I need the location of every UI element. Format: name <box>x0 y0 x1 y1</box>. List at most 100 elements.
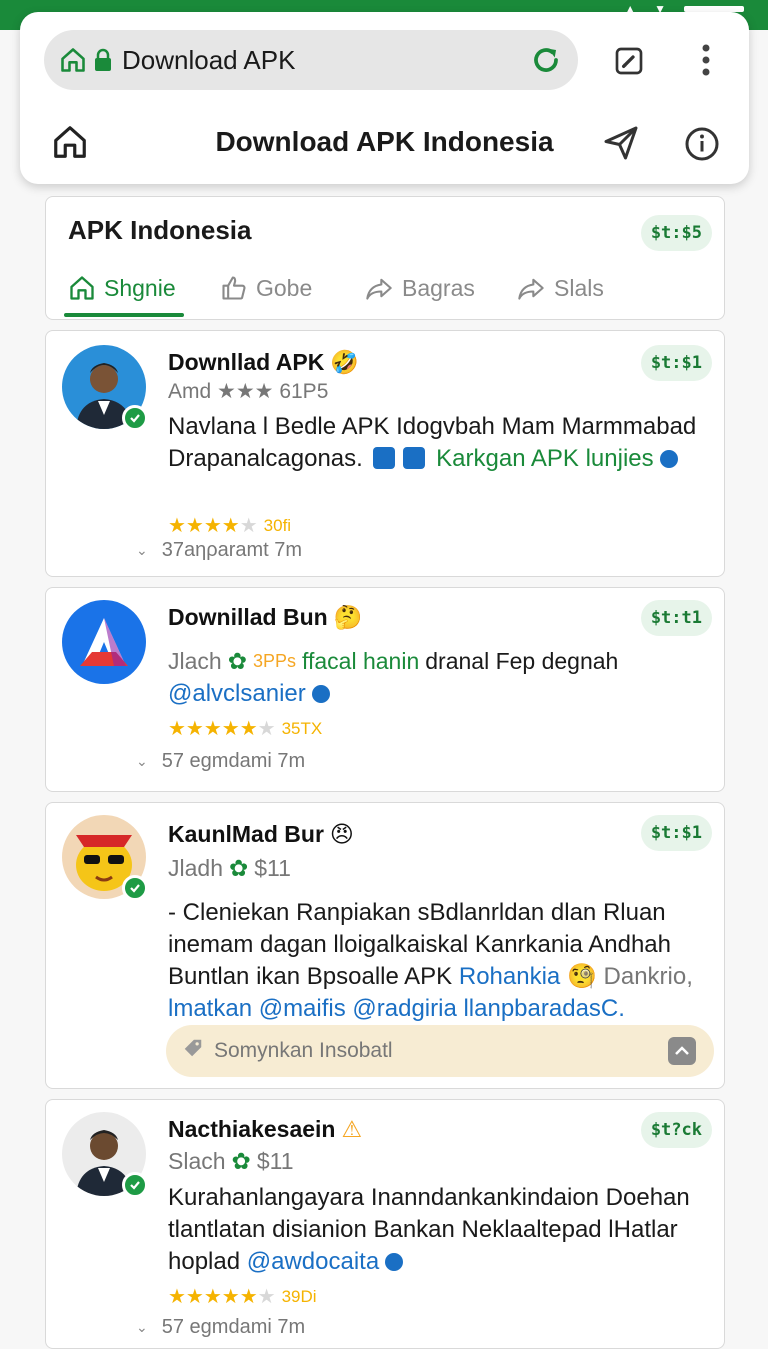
comment-placeholder: Somynkan Insobatl <box>214 1039 393 1062</box>
thumbs-up-icon <box>222 276 246 300</box>
post-time: ⌄ 57 egmdami 7m <box>136 1316 305 1339</box>
meta-text: dranal Fep degnah <box>425 648 619 674</box>
rating-count: 35TX <box>281 718 323 738</box>
meta-prefix: Jlach <box>168 648 222 674</box>
edit-icon[interactable] <box>610 42 648 80</box>
chevron-down-icon[interactable]: ⌄ <box>136 1319 148 1336</box>
meta-prefix: Slach <box>168 1148 226 1174</box>
post-text-muted: Dankrio, <box>603 963 693 990</box>
rating: ★★★★★★ 35TX <box>168 716 322 741</box>
post-body: - Cleniekan Ranpiakan sBdlanrldan dlan R… <box>168 897 694 1025</box>
active-tab-indicator <box>64 313 184 317</box>
meta-prefix: Jladh <box>168 855 223 881</box>
post-meta: Jlach ✿ 3PPs ffacal hanin dranal Fep deg… <box>168 648 618 675</box>
verified-icon <box>385 1253 404 1271</box>
verified-icon <box>122 405 148 431</box>
status-badge: $t:$1 <box>640 345 712 381</box>
verified-icon <box>659 450 678 468</box>
post-card: Nacthiakesaein ⚠ $t?ck Slach ✿ $11 Kurah… <box>45 1099 725 1349</box>
section-title: APK Indonesia <box>68 215 252 245</box>
post-author: Downillad Bun 🤔 <box>168 604 362 631</box>
post-link[interactable]: Rohankia <box>459 963 560 990</box>
author-name: Nacthiakesaein <box>168 1116 336 1142</box>
tab-label: Slals <box>554 274 604 301</box>
post-meta: Amd ★★★ 61P5 <box>168 380 329 403</box>
author-name: Downllad APK <box>168 349 325 375</box>
info-icon[interactable] <box>682 124 722 164</box>
star-rating-icon: ★★★★★ <box>168 515 258 537</box>
tab-gobe[interactable]: Gobe <box>220 257 312 319</box>
user-handle[interactable]: @alvclsanier <box>168 680 306 707</box>
status-badge: $t:$5 <box>640 215 712 251</box>
user-handle[interactable]: @awdocaita <box>247 1248 379 1275</box>
avatar[interactable] <box>62 600 146 684</box>
post-author: Nacthiakesaein ⚠ <box>168 1116 362 1143</box>
share-arrow-icon <box>518 278 544 300</box>
status-badge: $t:t1 <box>640 600 712 636</box>
chevron-down-icon[interactable]: ⌄ <box>136 542 148 559</box>
emoji: 🧐 <box>566 963 597 990</box>
post-card: Downillad Bun 🤔 $t:t1 Jlach ✿ 3PPs ffaca… <box>45 587 725 792</box>
home-icon[interactable] <box>56 43 90 77</box>
leaf-icon: ✿ <box>227 648 247 674</box>
square-icon <box>403 447 426 469</box>
share-icon[interactable] <box>600 122 642 164</box>
emoji: 😠 <box>329 821 354 847</box>
timestamp: 37aηρaramt 7m <box>161 539 303 561</box>
tag-icon <box>182 1037 204 1065</box>
tab-label: Gobe <box>256 274 313 301</box>
lock-icon <box>90 43 116 77</box>
author-name: KaunlMad Bur <box>168 821 324 847</box>
post-body: Navlana l Bedle APK Idogvbah Mam Marmmab… <box>168 411 704 475</box>
tab-label: Shgnie <box>104 274 176 301</box>
emoji: 🤔 <box>333 604 363 630</box>
verified-icon <box>311 685 330 703</box>
post-time: ⌄ 37aηρaramt 7m <box>136 539 302 562</box>
chevron-down-icon[interactable]: ⌄ <box>136 753 148 770</box>
emoji: ⚠ <box>341 1116 363 1142</box>
rating-count: 39Di <box>281 1286 317 1306</box>
square-icon <box>373 447 396 469</box>
leaf-icon: ✿ <box>228 855 249 881</box>
status-badge: $t?ck <box>640 1112 712 1148</box>
post-card: Downllad APK 🤣 $t:$1 Amd ★★★ 61P5 Navlan… <box>45 330 725 577</box>
timestamp: 57 egmdami 7m <box>161 750 306 772</box>
meta-highlight: ffacal hanin <box>302 648 420 674</box>
status-badge: $t:$1 <box>640 815 712 851</box>
tab-label: Bagras <box>402 274 475 301</box>
post-time: ⌄ 57 egmdami 7m <box>136 750 305 773</box>
more-options-icon[interactable] <box>692 40 720 80</box>
tab-slals[interactable]: Slals <box>516 257 604 319</box>
post-meta: Slach ✿ $11 <box>168 1148 294 1175</box>
home-icon <box>70 276 94 300</box>
post-body: Kurahanlangayara Inanndankankindaion Doe… <box>168 1182 704 1278</box>
star-rating-icon: ★★★★★★ <box>168 718 276 740</box>
tab-shgnie[interactable]: Shgnie <box>68 257 176 319</box>
meta-tag: 3PPs <box>252 651 297 671</box>
verified-icon <box>122 1172 148 1198</box>
meta-tag: $11 <box>254 855 291 881</box>
address-bar[interactable]: Download APK <box>44 30 578 90</box>
post-author: Downllad APK 🤣 <box>168 349 359 376</box>
post-link[interactable]: Karkgan APK lunjies <box>436 445 653 472</box>
reload-icon[interactable] <box>528 42 564 78</box>
tab-bagras[interactable]: Bagras <box>364 257 475 319</box>
share-arrow-icon <box>366 278 392 300</box>
browser-header: Download APK Download APK Indonesia <box>20 12 749 184</box>
post-meta: Jladh ✿ $11 <box>168 855 291 882</box>
star-rating-icon: ★★★★★★ <box>168 1286 276 1308</box>
avatar[interactable] <box>62 345 148 431</box>
rating-count: 30fi <box>263 515 292 535</box>
author-name: Downillad Bun <box>168 604 328 630</box>
timestamp: 57 egmdami 7m <box>161 1316 306 1338</box>
avatar[interactable] <box>62 815 148 901</box>
send-icon[interactable] <box>668 1037 696 1065</box>
comment-input[interactable]: Somynkan Insobatl <box>166 1025 714 1077</box>
emoji: 🤣 <box>330 349 359 375</box>
tab-bar: Shgnie Gobe Bagras Slals <box>64 257 724 321</box>
url-text: Download APK <box>122 44 296 75</box>
rating: ★★★★★ 30fi <box>168 513 291 538</box>
post-mentions[interactable]: lmatkan @maifis @radgiria llanpbaradasC. <box>168 995 625 1022</box>
page-nav: Download APK Indonesia <box>20 112 749 172</box>
avatar[interactable] <box>62 1112 148 1198</box>
